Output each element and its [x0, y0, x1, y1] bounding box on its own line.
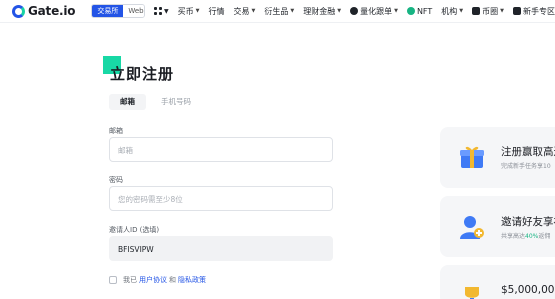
promo-subtitle: 共享高达40%返佣: [501, 233, 551, 240]
promo-card-register[interactable]: 注册赢取高达 完成新手任务享10: [440, 127, 555, 188]
nav-item-nft[interactable]: NFT: [406, 7, 432, 16]
promo-title: 注册赢取高达: [501, 146, 555, 158]
email-field-wrapper: [109, 137, 333, 162]
gateio-logo[interactable]: Gate.io: [12, 4, 76, 18]
chevron-down-icon: ▼: [164, 7, 169, 15]
switch-exchange[interactable]: 交易所: [92, 5, 124, 17]
page-title: 立即注册: [110, 65, 175, 83]
email-label: 邮箱: [109, 127, 123, 135]
switch-web3[interactable]: Web3: [123, 5, 145, 17]
agree-checkbox[interactable]: [109, 276, 117, 284]
promo-title: $5,000,000+: [501, 284, 555, 296]
nav-item-derivatives[interactable]: 衍生品 ▼: [264, 6, 294, 17]
exchange-web3-switch: 交易所 Web3: [91, 4, 146, 18]
apps-grid-icon[interactable]: [154, 7, 163, 15]
agreement-row: 我已 用户协议 和 隐私政策: [109, 275, 208, 285]
nft-icon: [406, 7, 415, 15]
promo-title: 邀请好友享福: [501, 216, 555, 228]
beginner-icon: [513, 7, 521, 15]
gateio-logo-icon: [12, 4, 25, 18]
chevron-down-icon: ▼: [337, 8, 342, 14]
password-label: 密码: [109, 176, 123, 184]
promo-card-prize[interactable]: $5,000,000+: [440, 265, 555, 299]
chevron-down-icon: ▼: [251, 8, 256, 14]
email-field[interactable]: [110, 139, 332, 162]
nav-item-markets[interactable]: 行情: [209, 6, 225, 17]
nav-item-quant-copy[interactable]: 量化跟单 ▼: [350, 6, 398, 17]
trophy-icon: [465, 287, 479, 299]
chevron-down-icon: ▼: [459, 8, 464, 14]
nav-item-trade[interactable]: 交易 ▼: [234, 6, 256, 17]
password-field-wrapper: [109, 186, 333, 211]
privacy-link[interactable]: 隐私政策: [178, 275, 206, 285]
chevron-down-icon: ▼: [195, 8, 200, 14]
chevron-down-icon: ▼: [394, 8, 398, 14]
promo-subtitle: 完成新手任务享10: [501, 163, 551, 170]
logo-text: Gate.io: [28, 4, 76, 18]
nav-item-beginner-zone[interactable]: 新手专区: [513, 6, 555, 17]
invite-label: 邀请人ID (选填): [109, 226, 160, 234]
chevron-down-icon: ▼: [290, 8, 295, 14]
tab-email[interactable]: 邮箱: [109, 94, 146, 110]
nav-item-crypto-circle[interactable]: 币圈 ▼: [472, 6, 504, 17]
gift-icon: [460, 146, 484, 168]
tab-phone[interactable]: 手机号码: [161, 94, 191, 110]
invite-field-wrapper: [109, 236, 333, 261]
chevron-down-icon: ▼: [500, 8, 504, 14]
agree-and: 和: [169, 276, 176, 284]
crypto-circle-icon: [472, 7, 481, 15]
quant-icon: [350, 7, 359, 15]
nav-item-finance[interactable]: 理财金融 ▼: [303, 6, 341, 17]
invite-code-field[interactable]: [110, 238, 332, 261]
nav-item-buy-crypto[interactable]: 买币 ▼: [178, 6, 200, 17]
invite-user-icon: [460, 216, 484, 239]
top-navigation-bar: Gate.io 交易所 Web3 ▼ 买币▼ 行情 交易▼ 衍生品▼ 理财金融▼…: [0, 0, 555, 23]
promo-card-invite[interactable]: 邀请好友享福 共享高达40%返佣: [440, 196, 555, 257]
agree-prefix: 我已: [123, 276, 137, 284]
password-field[interactable]: [110, 188, 332, 211]
nav-item-institutional[interactable]: 机构 ▼: [441, 6, 463, 17]
terms-link[interactable]: 用户协议: [139, 275, 167, 285]
